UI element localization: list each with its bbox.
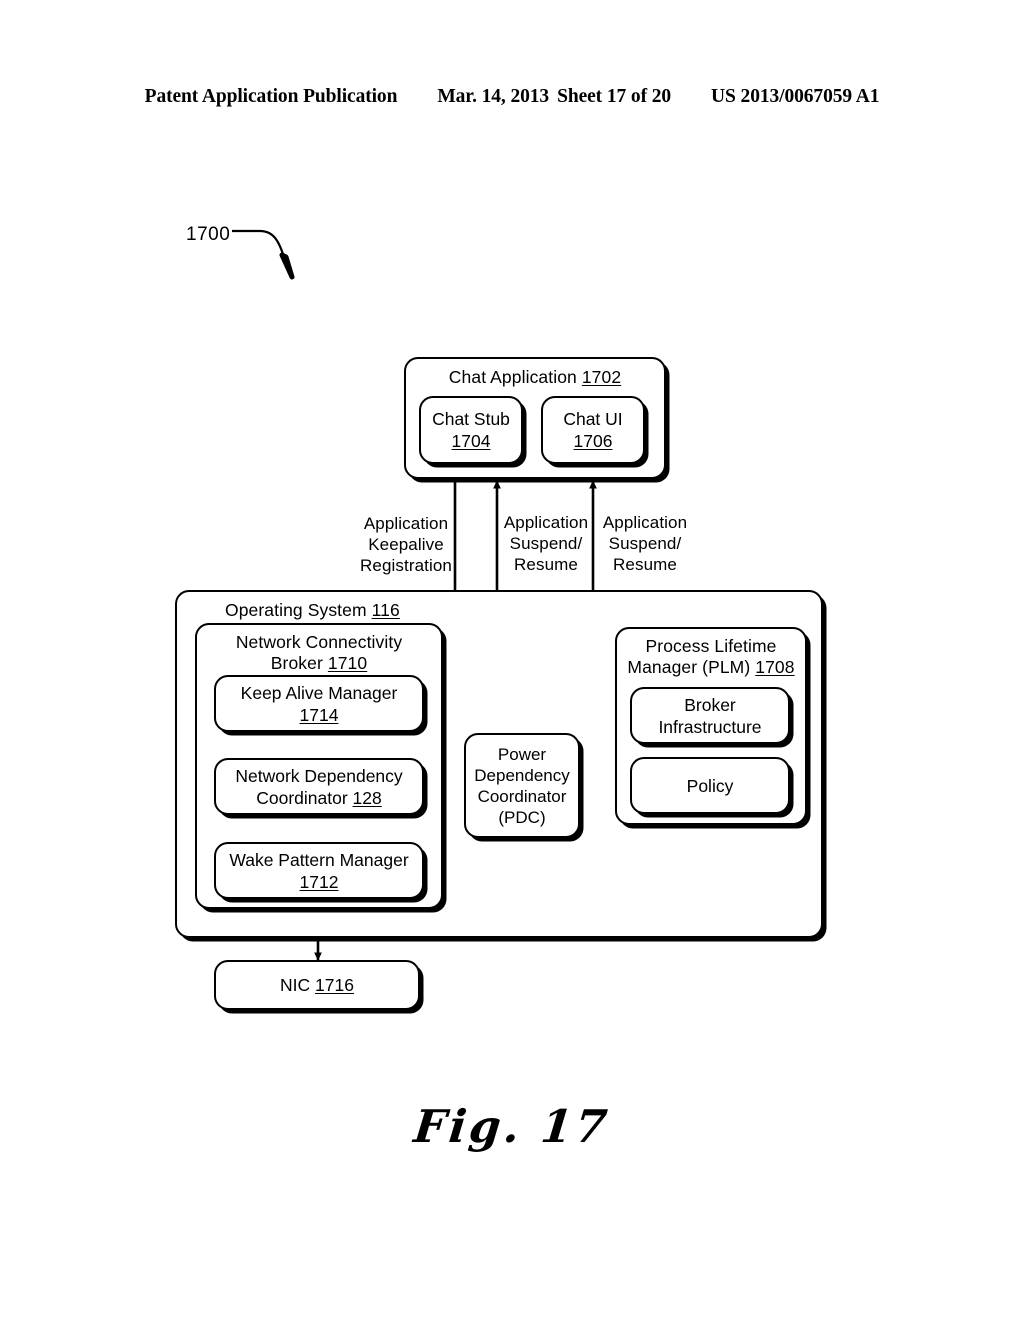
wake-pattern-manager-ref: 1712 (299, 871, 339, 892)
chat-application-ref: 1702 (581, 367, 622, 387)
nic-ref: 1716 (315, 975, 354, 995)
wake-pattern-manager-label: Wake Pattern Manager 1712 (229, 849, 409, 892)
network-connectivity-broker-ref: 1710 (327, 653, 368, 673)
operating-system-ref: 116 (371, 600, 400, 620)
header-publication: Patent Application Publication (144, 86, 398, 107)
network-dependency-coordinator-label: Network Dependency Coordinator 128 (235, 765, 403, 808)
figure-reference-leader-icon (232, 229, 295, 280)
chat-ui-ref: 1706 (573, 431, 613, 451)
process-lifetime-manager-title: Process Lifetime Manager (PLM) 1708 (627, 636, 795, 677)
nic-box: NIC 1716 (214, 960, 420, 1010)
figure-caption: Fig. 17 (411, 1100, 613, 1153)
header-patent-number: US 2013/0067059 A1 (711, 86, 880, 107)
policy-box: Policy (630, 757, 790, 814)
network-connectivity-broker-title: Network Connectivity Broker 1710 (235, 632, 403, 673)
keep-alive-manager-label: Keep Alive Manager 1714 (240, 682, 398, 725)
chat-stub-label: Chat Stub 1704 (432, 409, 510, 451)
chat-ui-box: Chat UI 1706 (541, 396, 645, 464)
header-date: Mar. 14, 2013 (437, 86, 550, 107)
broker-infrastructure-label: Broker Infrastructure (658, 694, 762, 737)
wake-pattern-manager-box: Wake Pattern Manager 1712 (214, 842, 424, 899)
nic-label: NIC 1716 (280, 975, 354, 995)
keep-alive-manager-ref: 1714 (299, 704, 339, 725)
power-dependency-coordinator-box: Power Dependency Coordinator (PDC) (464, 733, 580, 838)
power-dependency-coordinator-label: Power Dependency Coordinator (PDC) (474, 744, 570, 827)
operating-system-title: Operating System 116 (225, 600, 400, 620)
keep-alive-manager-box: Keep Alive Manager 1714 (214, 675, 424, 732)
broker-infrastructure-box: Broker Infrastructure (630, 687, 790, 744)
network-dependency-coordinator-box: Network Dependency Coordinator 128 (214, 758, 424, 815)
chat-stub-ref: 1704 (451, 431, 491, 451)
chat-stub-box: Chat Stub 1704 (419, 396, 523, 464)
page-header: Patent Application Publication Mar. 14, … (0, 86, 1024, 108)
wire-label-suspend-resume-ui: Application Suspend/ Resume (602, 513, 688, 574)
wire-label-suspend-resume-stub: Application Suspend/ Resume (503, 513, 589, 574)
header-sheet: Sheet 17 of 20 (557, 86, 672, 107)
chat-application-title: Chat Application 1702 (448, 367, 622, 387)
chat-ui-label: Chat UI 1706 (563, 409, 623, 451)
policy-label: Policy (686, 775, 734, 796)
process-lifetime-manager-ref: 1708 (755, 657, 795, 677)
network-dependency-coordinator-ref: 128 (352, 787, 382, 808)
wire-label-keepalive-registration: Application Keepalive Registration (360, 514, 452, 575)
figure-reference-numeral: 1700 (186, 224, 231, 245)
